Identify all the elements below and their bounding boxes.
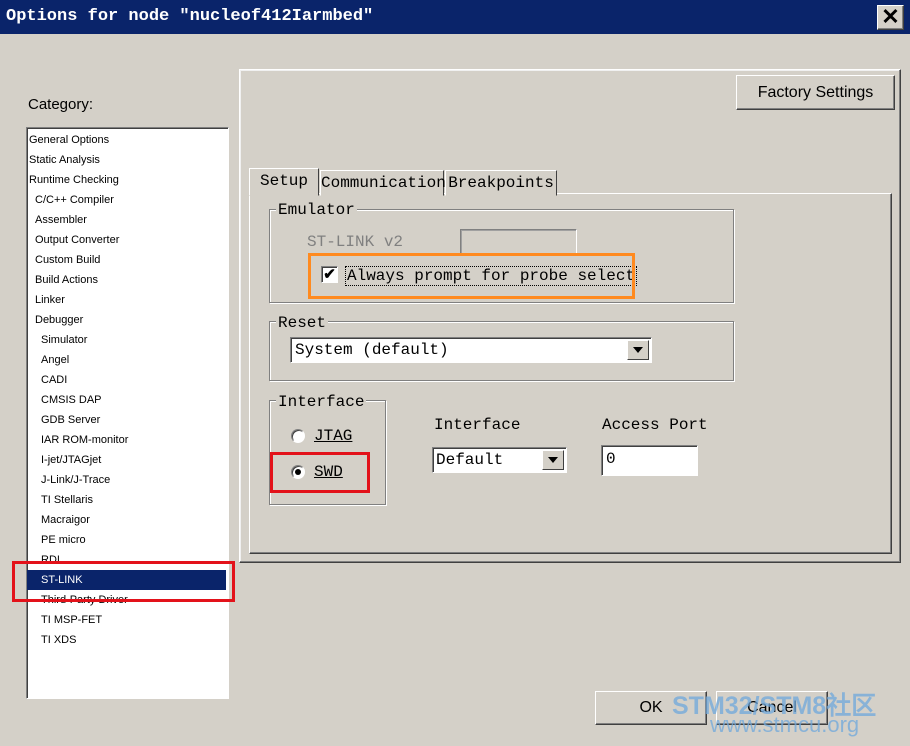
category-item[interactable]: Build Actions [27, 270, 226, 290]
category-item[interactable]: C/C++ Compiler [27, 190, 226, 210]
emulator-device-field [460, 229, 577, 255]
reset-select[interactable]: System (default) [290, 337, 652, 363]
chevron-down-icon[interactable] [627, 340, 649, 360]
chevron-down-icon[interactable] [542, 450, 564, 470]
category-item[interactable]: Assembler [27, 210, 226, 230]
access-port-label: Access Port [602, 416, 708, 434]
category-item[interactable]: Linker [27, 290, 226, 310]
tab-communication[interactable]: Communication [320, 170, 446, 196]
interface-select-label: Interface [434, 416, 521, 434]
orange-highlight-box [308, 253, 635, 299]
category-item[interactable]: General Options [27, 130, 226, 150]
reset-legend: Reset [276, 314, 329, 332]
access-port-value: 0 [606, 450, 616, 468]
red-highlight-box-stlink [12, 561, 235, 602]
radio-jtag-label[interactable]: JTAG [314, 427, 352, 445]
category-item[interactable]: Output Converter [27, 230, 226, 250]
tab-breakpoints[interactable]: Breakpoints [445, 170, 557, 196]
category-item[interactable]: Debugger [27, 310, 226, 330]
category-item[interactable]: Simulator [27, 330, 226, 350]
red-highlight-box-swd [270, 452, 370, 493]
category-item[interactable]: TI XDS [27, 630, 226, 650]
category-label: Category: [28, 96, 94, 113]
close-button[interactable]: ✕ [877, 5, 904, 30]
interface-select-value: Default [436, 451, 504, 469]
category-item[interactable]: IAR ROM-monitor [27, 430, 226, 450]
category-item[interactable]: GDB Server [27, 410, 226, 430]
emulator-device-label: ST-LINK v2 [307, 233, 404, 251]
category-item[interactable]: CADI [27, 370, 226, 390]
category-item[interactable]: CMSIS DAP [27, 390, 226, 410]
tab-setup[interactable]: Setup [249, 168, 319, 196]
category-item[interactable]: TI Stellaris [27, 490, 226, 510]
category-item[interactable]: Macraigor [27, 510, 226, 530]
access-port-input[interactable]: 0 [601, 445, 698, 476]
category-item[interactable]: TI MSP-FET [27, 610, 226, 630]
category-item[interactable]: PE micro [27, 530, 226, 550]
category-item[interactable]: Custom Build [27, 250, 226, 270]
reset-select-value: System (default) [295, 341, 449, 359]
category-item[interactable]: Runtime Checking [27, 170, 226, 190]
category-item[interactable]: Static Analysis [27, 150, 226, 170]
category-item[interactable]: J-Link/J-Trace [27, 470, 226, 490]
window-title: Options for node "nucleof412Iarmbed" [6, 7, 374, 26]
interface-select[interactable]: Default [432, 447, 567, 473]
watermark-url: www.stmcu.org [710, 712, 860, 737]
category-item[interactable]: I-jet/JTAGjet [27, 450, 226, 470]
radio-jtag[interactable] [291, 429, 305, 443]
category-list[interactable]: General Options Static Analysis Runtime Ch… [26, 127, 229, 699]
factory-settings-button[interactable]: Factory Settings [736, 75, 895, 110]
emulator-legend: Emulator [276, 201, 357, 219]
close-icon: ✕ [881, 4, 900, 29]
category-item[interactable]: Angel [27, 350, 226, 370]
interface-group-legend: Interface [276, 393, 367, 411]
